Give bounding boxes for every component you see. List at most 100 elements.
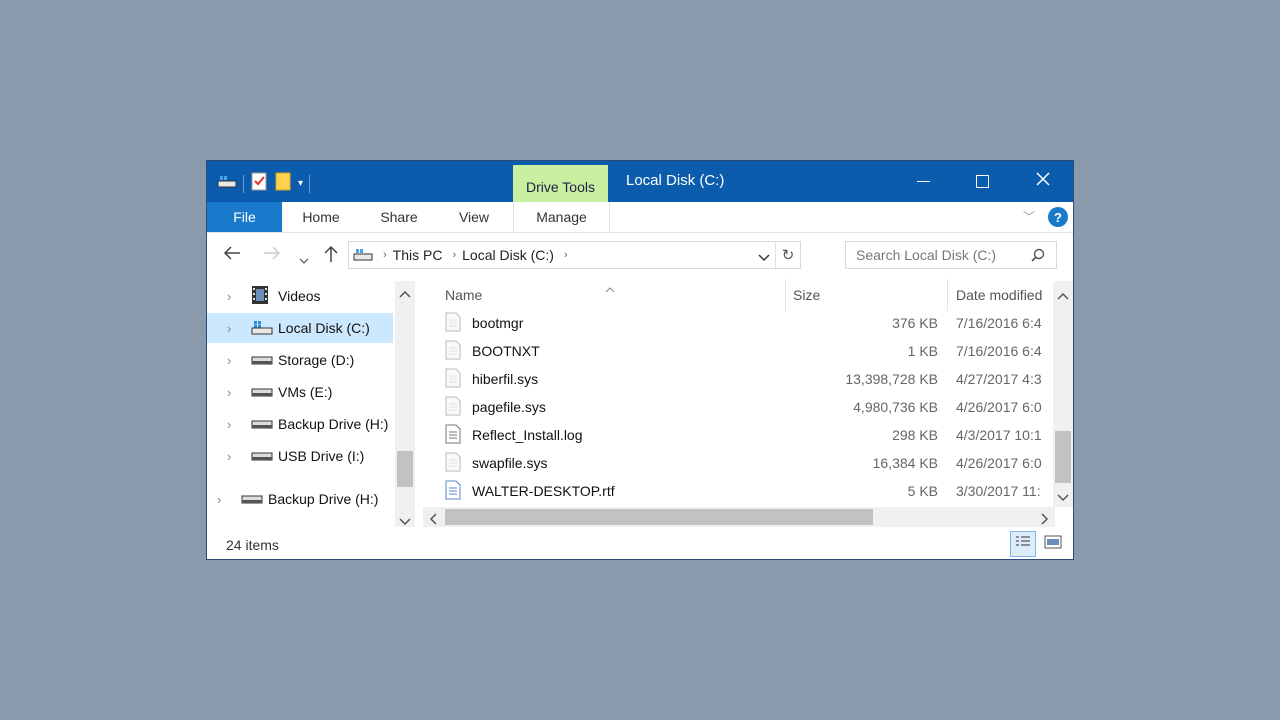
refresh-icon[interactable]: ↻: [775, 242, 800, 268]
computer-icon: [353, 247, 373, 264]
file-row[interactable]: Reflect_Install.log 298 KB 4/3/2017 10:1: [445, 421, 1065, 449]
file-name: WALTER-DESKTOP.rtf: [472, 483, 615, 499]
column-divider[interactable]: [947, 279, 948, 311]
nav-item-storage-d[interactable]: › Storage (D:): [207, 345, 393, 375]
tab-manage[interactable]: Manage: [513, 202, 610, 232]
breadcrumb-local-disk[interactable]: Local Disk (C:): [462, 247, 554, 263]
nav-item-usb-drive-i[interactable]: › USB Drive (I:): [207, 441, 393, 471]
nav-item-videos[interactable]: › Videos: [207, 281, 393, 311]
tab-file[interactable]: File: [207, 202, 282, 232]
column-header-date-modified[interactable]: Date modified: [956, 287, 1051, 303]
expand-chevron-icon[interactable]: ›: [227, 353, 231, 368]
file-size: 16,384 KB: [872, 455, 938, 471]
maximize-button[interactable]: [952, 161, 1012, 202]
address-dropdown-icon[interactable]: [758, 249, 770, 265]
scroll-right-icon[interactable]: [1041, 512, 1049, 530]
file-explorer-window: ▾ Drive Tools Local Disk (C:) File Home …: [206, 160, 1074, 560]
customize-toolbar-icon[interactable]: ▾: [298, 178, 303, 189]
nav-item-vms-e[interactable]: › VMs (E:): [207, 377, 393, 407]
column-header-name[interactable]: Name: [445, 287, 482, 303]
search-icon: [1031, 248, 1045, 267]
nav-item-label: Videos: [278, 288, 321, 304]
scroll-down-icon[interactable]: [1057, 489, 1069, 507]
expand-chevron-icon[interactable]: ›: [227, 385, 231, 400]
minimize-button[interactable]: [893, 161, 953, 202]
close-button[interactable]: [1013, 161, 1073, 202]
file-size: 298 KB: [892, 427, 938, 443]
window-title: Local Disk (C:): [626, 172, 725, 189]
file-date: 4/26/2017 6:0: [956, 455, 1042, 471]
file-row[interactable]: swapfile.sys 16,384 KB 4/26/2017 6:0: [445, 449, 1065, 477]
local-disk-icon: [251, 319, 273, 338]
file-row[interactable]: BOOTNXT 1 KB 7/16/2016 6:4: [445, 337, 1065, 365]
file-list-horizontal-scrollbar[interactable]: [423, 507, 1055, 527]
file-list-scroll-thumb[interactable]: [1055, 431, 1071, 483]
properties-icon[interactable]: [250, 171, 268, 196]
scroll-left-icon[interactable]: [429, 512, 437, 530]
text-file-icon: [445, 424, 461, 447]
navigation-pane: › Videos › Local Disk (C:) › Storage (D:…: [207, 281, 417, 527]
large-icons-view-button[interactable]: [1040, 531, 1066, 557]
breadcrumb-separator-icon[interactable]: ›: [383, 249, 387, 261]
expand-chevron-icon[interactable]: ›: [227, 321, 231, 336]
system-file-icon: [445, 368, 461, 391]
file-name: swapfile.sys: [472, 455, 548, 471]
expand-chevron-icon[interactable]: ›: [227, 449, 231, 464]
expand-chevron-icon[interactable]: ›: [227, 417, 231, 432]
address-bar[interactable]: › This PC › Local Disk (C:) › ↻: [348, 241, 801, 269]
file-row[interactable]: WALTER-DESKTOP.rtf 5 KB 3/30/2017 11:: [445, 477, 1065, 505]
nav-item-local-disk-c[interactable]: › Local Disk (C:): [207, 313, 393, 343]
ribbon-tabs: File Home Share View Manage ﹀ ?: [207, 202, 1073, 233]
system-file-icon: [445, 340, 461, 363]
nav-item-label: Backup Drive (H:): [268, 491, 379, 507]
quick-access-toolbar: ▾: [217, 171, 311, 196]
toolbar-separator: [243, 174, 244, 193]
back-icon[interactable]: [223, 245, 241, 266]
rtf-document-icon: [445, 480, 461, 503]
toolbar-separator: [309, 174, 311, 193]
expand-ribbon-icon[interactable]: ﹀: [1023, 208, 1035, 225]
drive-icon: [241, 491, 263, 507]
scroll-up-icon[interactable]: [399, 285, 411, 303]
details-view-icon: [1015, 535, 1031, 554]
breadcrumb-this-pc[interactable]: This PC: [393, 247, 443, 263]
file-date: 7/16/2016 6:4: [956, 315, 1042, 331]
videos-icon: [251, 285, 269, 308]
tab-home[interactable]: Home: [287, 202, 355, 232]
new-folder-icon[interactable]: [274, 171, 292, 196]
recent-locations-icon[interactable]: [299, 249, 309, 270]
file-name: pagefile.sys: [472, 399, 546, 415]
breadcrumb-separator-icon[interactable]: ›: [452, 249, 456, 261]
up-icon[interactable]: [323, 245, 339, 268]
tab-view[interactable]: View: [443, 202, 505, 232]
close-icon: [1036, 172, 1050, 191]
file-row[interactable]: hiberfil.sys 13,398,728 KB 4/27/2017 4:3: [445, 365, 1065, 393]
file-date: 4/27/2017 4:3: [956, 371, 1042, 387]
scroll-down-icon[interactable]: [399, 513, 411, 531]
column-header-size[interactable]: Size: [793, 287, 820, 303]
file-name: hiberfil.sys: [472, 371, 539, 387]
nav-item-backup-drive-h-root[interactable]: › Backup Drive (H:): [207, 484, 407, 514]
file-row[interactable]: pagefile.sys 4,980,736 KB 4/26/2017 6:0: [445, 393, 1065, 421]
tab-share[interactable]: Share: [367, 202, 431, 232]
file-row[interactable]: bootmgr 376 KB 7/16/2016 6:4: [445, 309, 1065, 337]
file-date: 3/30/2017 11:: [956, 483, 1041, 499]
expand-chevron-icon[interactable]: ›: [217, 492, 221, 507]
help-icon[interactable]: ?: [1048, 207, 1068, 227]
details-view-button[interactable]: [1010, 531, 1036, 557]
column-divider[interactable]: [785, 279, 786, 311]
item-count: 24 items: [226, 537, 279, 553]
system-file-icon: [445, 396, 461, 419]
horizontal-scroll-thumb[interactable]: [445, 509, 873, 525]
system-file-icon: [445, 312, 461, 335]
file-list-scrollbar[interactable]: [1053, 281, 1073, 507]
nav-item-backup-drive-h[interactable]: › Backup Drive (H:): [207, 409, 393, 439]
nav-item-label: VMs (E:): [278, 384, 333, 400]
scroll-up-icon[interactable]: [1057, 287, 1069, 305]
breadcrumb-separator-icon[interactable]: ›: [564, 249, 568, 261]
nav-pane-scrollbar[interactable]: [395, 281, 415, 527]
search-input[interactable]: Search Local Disk (C:): [845, 241, 1057, 269]
nav-scroll-thumb[interactable]: [397, 451, 413, 487]
expand-chevron-icon[interactable]: ›: [227, 289, 231, 304]
forward-icon[interactable]: [263, 245, 281, 266]
